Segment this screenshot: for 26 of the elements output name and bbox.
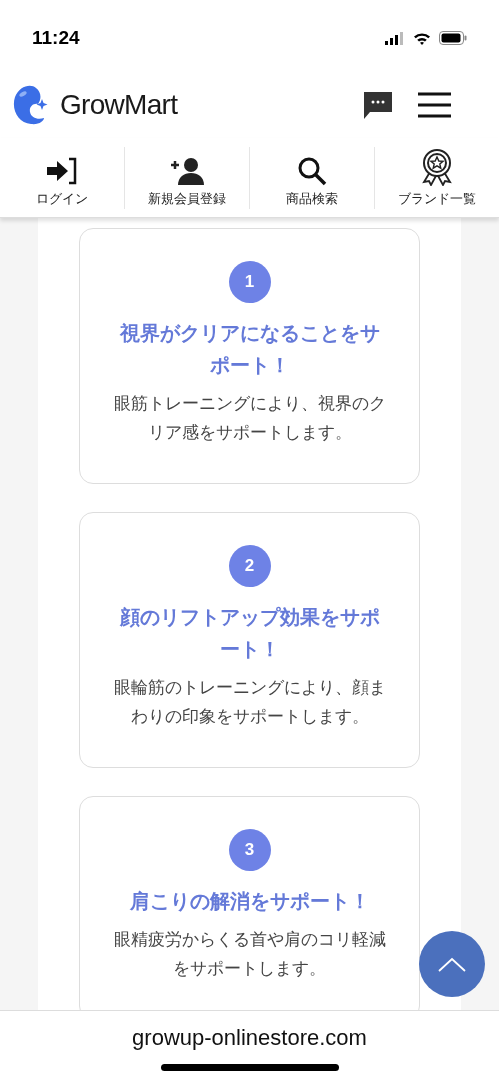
nav-button[interactable]: 新規会員登録	[125, 146, 249, 209]
card-title: 顔のリフトアップ効果をサポート！	[118, 605, 381, 662]
search-icon	[297, 155, 327, 186]
number-badge: 2	[228, 545, 271, 587]
login-icon	[45, 155, 79, 186]
card-description: 眼精疲労からくる首や肩のコリ軽減をサポートします。	[113, 929, 386, 980]
card-title: 視界がクリアになることをサポート！	[118, 321, 381, 378]
nav-button[interactable]: ブランド一覧	[375, 146, 499, 209]
chevron-up-icon	[438, 956, 466, 972]
add-user-icon	[168, 155, 206, 186]
wifi-icon	[413, 31, 431, 45]
signal-icon	[385, 31, 405, 45]
url-text: growup-onlinestore.com	[132, 1024, 367, 1052]
logo-text: GrowMart	[60, 88, 178, 122]
nav-button[interactable]: 商品検索	[250, 146, 374, 209]
battery-icon	[439, 31, 467, 45]
menu-icon[interactable]	[418, 92, 451, 118]
card-description: 眼輪筋のトレーニングにより、顔まわりの印象をサポートします。	[113, 677, 386, 728]
nav-button[interactable]: ログイン	[0, 146, 124, 209]
number-badge: 3	[228, 829, 271, 871]
number-badge: 1	[228, 261, 271, 303]
award-ribbon-icon	[420, 147, 454, 186]
card-description: 眼筋トレーニングにより、視界のクリア感をサポートします。	[113, 393, 386, 444]
status-time: 11:24	[32, 25, 80, 50]
chat-icon[interactable]	[362, 89, 394, 121]
card-title: 肩こりの解消をサポート！	[128, 889, 371, 914]
